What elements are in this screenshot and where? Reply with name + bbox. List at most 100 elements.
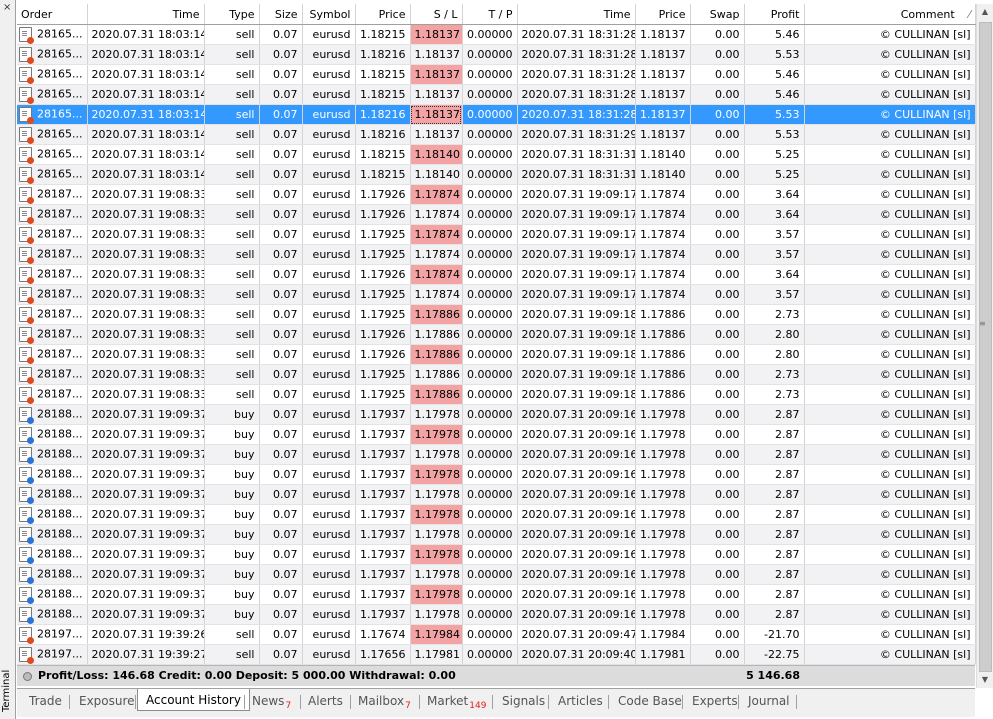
- cell-open-price: 1.18216: [355, 124, 411, 145]
- column-header-sl[interactable]: S / L: [410, 4, 463, 25]
- cell-open-time: 2020.07.31 19:09:37: [87, 464, 205, 485]
- table-row[interactable]: 28165... 2020.07.31 18:03:14 sell 0.07 eurus…: [17, 84, 976, 105]
- table-row[interactable]: 28188... 2020.07.31 19:09:37 buy 0.07 eurusd…: [17, 584, 976, 605]
- table-row[interactable]: 28188... 2020.07.31 19:09:37 buy 0.07 eurusd…: [17, 544, 976, 565]
- scrollbar-thumb[interactable]: [979, 22, 992, 672]
- column-header-close-time[interactable]: Time: [517, 4, 636, 25]
- table-row[interactable]: 28187... 2020.07.31 19:08:33 sell 0.07 eurus…: [17, 284, 976, 305]
- cell-open-time: 2020.07.31 19:08:33: [87, 364, 205, 385]
- table-row[interactable]: 28188... 2020.07.31 19:09:37 buy 0.07 eurusd…: [17, 404, 976, 425]
- cell-order: 28188...: [17, 504, 88, 525]
- cell-swap: 0.00: [690, 104, 745, 125]
- table-row[interactable]: 28165... 2020.07.31 18:03:14 sell 0.07 eurus…: [17, 24, 976, 45]
- cell-open-price: 1.17937: [355, 484, 411, 505]
- cell-close-price: 1.17978: [635, 584, 691, 605]
- cell-order: 28188...: [17, 564, 88, 585]
- cell-close-time: 2020.07.31 20:09:16: [517, 524, 636, 545]
- table-row[interactable]: 28187... 2020.07.31 19:08:33 sell 0.07 eurus…: [17, 244, 976, 265]
- cell-comment: © CULLINAN [sl]: [804, 84, 976, 105]
- cell-symbol: eurusd: [302, 244, 356, 265]
- table-row[interactable]: 28197... 2020.07.31 19:39:26 sell 0.07 eurus…: [17, 624, 976, 645]
- cell-comment: © CULLINAN [sl]: [804, 204, 976, 225]
- table-row[interactable]: 28187... 2020.07.31 19:08:33 sell 0.07 eurus…: [17, 384, 976, 405]
- tab-exposure[interactable]: Exposure: [79, 693, 135, 710]
- table-row[interactable]: 28187... 2020.07.31 19:08:33 sell 0.07 eurus…: [17, 344, 976, 365]
- vertical-scrollbar[interactable]: ▲ ≡ ▼: [976, 4, 993, 688]
- cell-stop-loss: 1.18137: [410, 24, 463, 45]
- cell-symbol: eurusd: [302, 264, 356, 285]
- table-row[interactable]: 28187... 2020.07.31 19:08:33 sell 0.07 eurus…: [17, 324, 976, 345]
- scrollbar-grip-icon: ≡: [979, 319, 986, 328]
- tab-news[interactable]: News7: [252, 693, 291, 711]
- table-row[interactable]: 28165... 2020.07.31 18:03:14 sell 0.07 eurus…: [17, 44, 976, 65]
- cell-swap: 0.00: [690, 204, 745, 225]
- tab-account-history[interactable]: Account History: [137, 689, 250, 711]
- table-row[interactable]: 28188... 2020.07.31 19:09:37 buy 0.07 eurusd…: [17, 464, 976, 485]
- table-row[interactable]: 28165... 2020.07.31 18:03:14 sell 0.07 eurus…: [17, 124, 976, 145]
- column-header-price[interactable]: Price: [355, 4, 411, 25]
- tab-trade[interactable]: Trade: [29, 693, 62, 710]
- cell-close-time: 2020.07.31 19:09:18: [517, 324, 636, 345]
- cell-profit: 5.25: [744, 144, 805, 165]
- column-header-size[interactable]: Size: [259, 4, 303, 25]
- cell-symbol: eurusd: [302, 624, 356, 645]
- cell-swap: 0.00: [690, 344, 745, 365]
- tab-separator: [244, 695, 245, 709]
- cell-type: sell: [204, 184, 260, 205]
- cell-open-price: 1.17656: [355, 644, 411, 665]
- column-header-symbol[interactable]: Symbol: [302, 4, 356, 25]
- table-row[interactable]: 28188... 2020.07.31 19:09:37 buy 0.07 eurusd…: [17, 484, 976, 505]
- table-row[interactable]: 28188... 2020.07.31 19:09:37 buy 0.07 eurusd…: [17, 564, 976, 585]
- order-number: 28188...: [37, 587, 83, 601]
- column-header-order[interactable]: Order: [17, 4, 88, 25]
- table-row[interactable]: 28187... 2020.07.31 19:08:33 sell 0.07 eurus…: [17, 204, 976, 225]
- table-row[interactable]: 28187... 2020.07.31 19:08:33 sell 0.07 eurus…: [17, 184, 976, 205]
- table-row[interactable]: 28187... 2020.07.31 19:08:33 sell 0.07 eurus…: [17, 304, 976, 325]
- table-row[interactable]: 28165... 2020.07.31 18:03:14 sell 0.07 eurus…: [17, 144, 976, 165]
- column-header-comment[interactable]: Comment ⁄: [804, 4, 976, 25]
- table-row[interactable]: 28187... 2020.07.31 19:08:33 sell 0.07 eurus…: [17, 364, 976, 385]
- table-row[interactable]: 28197... 2020.07.31 19:39:27 sell 0.07 eurus…: [17, 644, 976, 665]
- table-row[interactable]: 28188... 2020.07.31 19:09:37 buy 0.07 eurusd…: [17, 424, 976, 445]
- column-header-tp[interactable]: T / P: [462, 4, 518, 25]
- table-row[interactable]: 28165... 2020.07.31 18:03:14 sell 0.07 eurus…: [17, 104, 976, 125]
- column-header-profit[interactable]: Profit: [744, 4, 805, 25]
- cell-comment: © CULLINAN [sl]: [804, 404, 976, 425]
- cell-size: 0.07: [259, 364, 303, 385]
- column-header-time[interactable]: Time: [87, 4, 205, 25]
- table-row[interactable]: 28188... 2020.07.31 19:09:37 buy 0.07 eurusd…: [17, 604, 976, 625]
- tab-journal[interactable]: Journal: [748, 693, 790, 710]
- tab-alerts[interactable]: Alerts: [308, 693, 343, 710]
- cell-order: 28165...: [17, 164, 88, 185]
- table-row[interactable]: 28188... 2020.07.31 19:09:37 buy 0.07 eurusd…: [17, 444, 976, 465]
- table-row[interactable]: 28187... 2020.07.31 19:08:33 sell 0.07 eurus…: [17, 224, 976, 245]
- tab-experts[interactable]: Experts: [692, 693, 738, 710]
- cell-type: buy: [204, 444, 260, 465]
- tab-articles[interactable]: Articles: [558, 693, 603, 710]
- tab-code-base[interactable]: Code Base: [618, 693, 682, 710]
- cell-close-time: 2020.07.31 20:09:16: [517, 604, 636, 625]
- column-header-swap[interactable]: Swap: [690, 4, 745, 25]
- cell-type: sell: [204, 364, 260, 385]
- scroll-up-arrow-icon[interactable]: ▲: [977, 4, 993, 20]
- close-terminal-icon[interactable]: ×: [3, 3, 12, 13]
- column-header-close-price[interactable]: Price: [635, 4, 691, 25]
- table-row[interactable]: 28188... 2020.07.31 19:09:37 buy 0.07 eurusd…: [17, 524, 976, 545]
- tab-market[interactable]: Market149: [427, 693, 486, 711]
- table-row[interactable]: 28165... 2020.07.31 18:03:14 sell 0.07 eurus…: [17, 164, 976, 185]
- scroll-down-arrow-icon[interactable]: ▼: [977, 672, 993, 688]
- table-row[interactable]: 28188... 2020.07.31 19:09:37 buy 0.07 eurusd…: [17, 504, 976, 525]
- tab-signals[interactable]: Signals: [502, 693, 545, 710]
- sell-order-icon: [19, 227, 34, 244]
- cell-open-price: 1.18215: [355, 24, 411, 45]
- table-row[interactable]: 28187... 2020.07.31 19:08:33 sell 0.07 eurus…: [17, 264, 976, 285]
- table-row[interactable]: 28165... 2020.07.31 18:03:14 sell 0.07 eurus…: [17, 64, 976, 85]
- cell-stop-loss: 1.17978: [410, 424, 463, 445]
- column-header-type[interactable]: Type: [204, 4, 260, 25]
- cell-take-profit: 0.00000: [462, 584, 518, 605]
- cell-symbol: eurusd: [302, 384, 356, 405]
- tab-mailbox[interactable]: Mailbox7: [358, 693, 411, 711]
- cell-close-time: 2020.07.31 18:31:28: [517, 24, 636, 45]
- order-number: 28165...: [37, 127, 83, 141]
- cell-size: 0.07: [259, 604, 303, 625]
